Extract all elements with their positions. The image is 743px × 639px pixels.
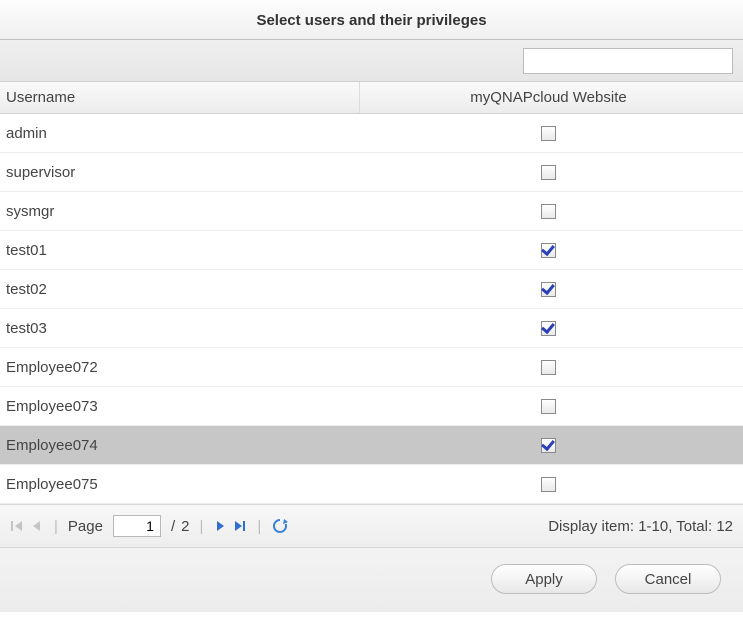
- privilege-checkbox[interactable]: [541, 321, 556, 336]
- refresh-icon: [271, 517, 289, 535]
- cell-privilege: [360, 164, 743, 181]
- privilege-checkbox[interactable]: [541, 204, 556, 219]
- privilege-checkbox[interactable]: [541, 477, 556, 492]
- dialog-title: Select users and their privileges: [0, 0, 743, 40]
- cell-username: Employee073: [0, 398, 360, 415]
- table-row[interactable]: Employee073: [0, 387, 743, 426]
- cell-username: Employee074: [0, 437, 360, 454]
- pager-separator: |: [199, 518, 203, 535]
- cancel-button[interactable]: Cancel: [615, 564, 721, 594]
- pager-separator: |: [257, 518, 261, 535]
- privilege-checkbox[interactable]: [541, 360, 556, 375]
- cell-privilege: [360, 125, 743, 142]
- dialog: Select users and their privileges Userna…: [0, 0, 743, 612]
- dialog-footer: Apply Cancel: [0, 548, 743, 612]
- username-text: Employee072: [6, 359, 98, 376]
- table-row[interactable]: test02: [0, 270, 743, 309]
- username-text: test03: [6, 320, 47, 337]
- username-text: sysmgr: [6, 203, 54, 220]
- apply-button-label: Apply: [525, 571, 563, 588]
- cell-privilege: [360, 203, 743, 220]
- cell-privilege: [360, 281, 743, 298]
- table-body: admin supervisor sysmgr test01 test02 test03 E…: [0, 114, 743, 504]
- cell-username: supervisor: [0, 164, 360, 181]
- search-bar: [0, 40, 743, 82]
- apply-button[interactable]: Apply: [491, 564, 597, 594]
- table-row[interactable]: admin: [0, 114, 743, 153]
- cell-privilege: [360, 359, 743, 376]
- dialog-title-text: Select users and their privileges: [256, 12, 486, 29]
- cell-username: test02: [0, 281, 360, 298]
- privilege-checkbox[interactable]: [541, 399, 556, 414]
- next-page-button[interactable]: [213, 519, 227, 533]
- page-total-sep: /: [171, 518, 175, 535]
- cell-privilege: [360, 398, 743, 415]
- cell-username: test01: [0, 242, 360, 259]
- table-header: Username myQNAPcloud Website: [0, 82, 743, 114]
- column-header-privilege[interactable]: myQNAPcloud Website: [360, 82, 743, 113]
- table-row[interactable]: supervisor: [0, 153, 743, 192]
- page-total: 2: [181, 518, 189, 535]
- search-input[interactable]: [523, 48, 733, 74]
- username-text: admin: [6, 125, 47, 142]
- username-text: supervisor: [6, 164, 75, 181]
- username-text: test01: [6, 242, 47, 259]
- username-text: Employee073: [6, 398, 98, 415]
- table-row[interactable]: test03: [0, 309, 743, 348]
- username-text: Employee074: [6, 437, 98, 454]
- pager-separator: |: [54, 518, 58, 535]
- table-row[interactable]: test01: [0, 231, 743, 270]
- prev-page-icon: [30, 519, 44, 533]
- cell-privilege: [360, 320, 743, 337]
- cell-username: Employee072: [0, 359, 360, 376]
- privilege-checkbox[interactable]: [541, 126, 556, 141]
- page-label: Page: [68, 518, 103, 535]
- pager-controls: | Page / 2 | |: [10, 515, 289, 537]
- next-page-icon: [213, 519, 227, 533]
- table-row[interactable]: Employee074: [0, 426, 743, 465]
- cell-privilege: [360, 242, 743, 259]
- cell-username: sysmgr: [0, 203, 360, 220]
- column-header-privilege-label: myQNAPcloud Website: [470, 89, 626, 106]
- username-text: Employee075: [6, 476, 98, 493]
- table-row[interactable]: Employee075: [0, 465, 743, 504]
- pager-bar: | Page / 2 | |: [0, 504, 743, 548]
- cell-privilege: [360, 437, 743, 454]
- cancel-button-label: Cancel: [645, 571, 692, 588]
- column-header-username-label: Username: [6, 89, 75, 106]
- last-page-button[interactable]: [233, 519, 247, 533]
- first-page-button[interactable]: [10, 519, 24, 533]
- username-text: test02: [6, 281, 47, 298]
- privilege-checkbox[interactable]: [541, 243, 556, 258]
- cell-username: Employee075: [0, 476, 360, 493]
- table-row[interactable]: sysmgr: [0, 192, 743, 231]
- page-number-input[interactable]: [113, 515, 161, 537]
- last-page-icon: [233, 519, 247, 533]
- privilege-checkbox[interactable]: [541, 165, 556, 180]
- first-page-icon: [10, 519, 24, 533]
- table-row[interactable]: Employee072: [0, 348, 743, 387]
- cell-username: test03: [0, 320, 360, 337]
- cell-username: admin: [0, 125, 360, 142]
- privilege-checkbox[interactable]: [541, 438, 556, 453]
- pager-summary: Display item: 1-10, Total: 12: [548, 518, 733, 535]
- column-header-username[interactable]: Username: [0, 82, 360, 113]
- prev-page-button[interactable]: [30, 519, 44, 533]
- refresh-button[interactable]: [271, 517, 289, 535]
- privilege-checkbox[interactable]: [541, 282, 556, 297]
- cell-privilege: [360, 476, 743, 493]
